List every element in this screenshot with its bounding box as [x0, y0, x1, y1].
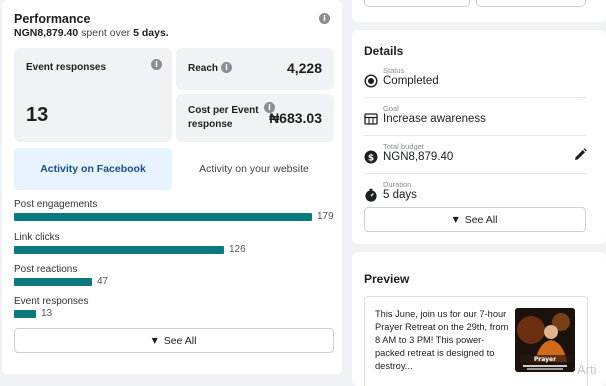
- detail-goal: Goal Increase awareness: [364, 104, 586, 128]
- budget-label: Total budget: [383, 142, 424, 151]
- dollar-coin-icon: $: [364, 150, 378, 164]
- watermark-text: Arti: [577, 362, 597, 377]
- metric-value: 13: [26, 104, 49, 126]
- bar-label: Link clicks: [14, 232, 60, 243]
- see-all-label: See All: [464, 213, 498, 226]
- stub-field: [364, 0, 470, 7]
- metric-reach: Reach i 4,228: [176, 48, 334, 90]
- performance-see-all-button[interactable]: ▼ See All: [14, 328, 334, 353]
- tab-activity-on-facebook[interactable]: Activity on Facebook: [14, 148, 172, 190]
- metric-event-responses: Event responses i 13: [14, 48, 172, 142]
- spent-amount: NGN8,879.40: [14, 27, 79, 39]
- bar: [14, 310, 36, 318]
- ad-preview[interactable]: This June, join us for our 7-hour Prayer…: [364, 296, 588, 386]
- chevron-down-icon: ▼: [151, 336, 158, 345]
- bar-label: Event responses: [14, 296, 89, 307]
- divider: [364, 173, 586, 174]
- ad-preview-text: This June, join us for our 7-hour Prayer…: [375, 309, 509, 371]
- performance-info-icon[interactable]: i: [319, 13, 330, 24]
- edit-pencil-icon[interactable]: [574, 148, 587, 161]
- budget-value: NGN8,879.40: [383, 151, 454, 163]
- bar-value: 47: [97, 276, 109, 287]
- duration-label: Duration: [383, 180, 412, 189]
- preview-title: Preview: [364, 272, 410, 286]
- divider: [364, 97, 586, 98]
- details-card: Details Status Completed Goal Increase a…: [352, 30, 606, 244]
- detail-total-budget: $ Total budget NGN8,879.40: [364, 142, 587, 166]
- bar: [14, 246, 224, 254]
- bar-value: 179: [317, 211, 334, 222]
- performance-title: Performance: [14, 12, 91, 26]
- ad-preview-image: Prayer: [515, 308, 575, 372]
- divider: [364, 135, 586, 136]
- performance-summary: NGN8,879.40 spent over 5 days.: [14, 27, 169, 39]
- duration-value: 5 days: [383, 189, 417, 201]
- goal-value: Increase awareness: [383, 113, 486, 125]
- bar-label: Post reactions: [14, 264, 78, 275]
- see-all-label: See All: [163, 334, 197, 347]
- performance-card: Performance NGN8,879.40 spent over 5 day…: [2, 0, 342, 374]
- metric-label: Reach: [188, 63, 219, 74]
- goal-label: Goal: [383, 104, 399, 113]
- bar-value: 13: [41, 308, 53, 319]
- status-label: Status: [383, 66, 405, 75]
- goal-table-icon: [364, 113, 378, 125]
- detail-status: Status Completed: [364, 66, 586, 90]
- stopwatch-icon: [365, 188, 377, 202]
- bar: [14, 278, 92, 286]
- top-card-stub: [352, 0, 606, 22]
- preview-card: Preview This June, join us for our 7-hou…: [352, 252, 606, 386]
- info-icon[interactable]: i: [151, 59, 162, 70]
- chevron-down-icon: ▼: [452, 215, 459, 224]
- metric-cost-per-response: Cost per Event response i ₦683.03: [176, 94, 334, 142]
- stub-field: [476, 0, 586, 7]
- metric-label: Cost per Event response: [188, 105, 259, 130]
- bar: [14, 213, 312, 221]
- thumbnail-title: Prayer: [534, 356, 556, 363]
- bar-value: 126: [229, 244, 246, 255]
- status-radio-icon: [364, 74, 378, 88]
- spent-over-text: spent over: [81, 27, 131, 39]
- spent-days: 5 days.: [133, 27, 169, 39]
- metric-value: ₦683.03: [269, 110, 322, 126]
- detail-duration: Duration 5 days: [364, 180, 586, 204]
- bar-label: Post engagements: [14, 199, 98, 210]
- svg-text:$: $: [368, 153, 374, 163]
- info-icon[interactable]: i: [221, 62, 232, 73]
- metric-label: Event responses: [26, 62, 107, 73]
- status-value: Completed: [383, 75, 439, 87]
- metric-value: 4,228: [286, 60, 322, 76]
- details-title: Details: [364, 44, 404, 58]
- details-see-all-button[interactable]: ▼ See All: [364, 207, 586, 232]
- tab-activity-on-website[interactable]: Activity on your website: [174, 148, 334, 190]
